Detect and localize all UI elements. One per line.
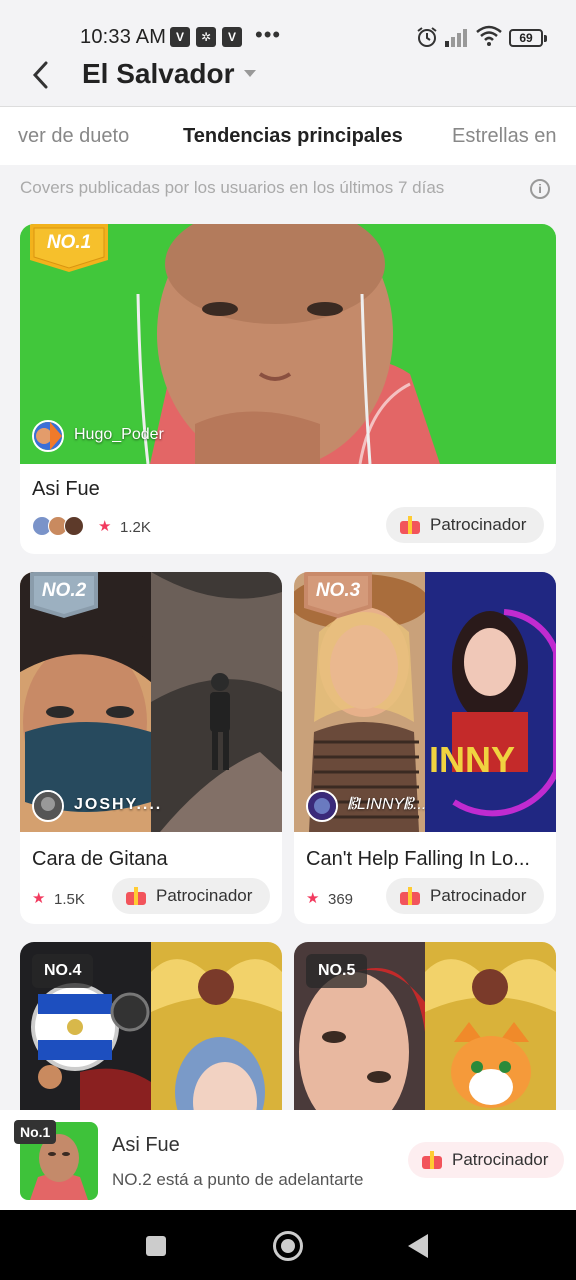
app-notification-icon: ✲ — [196, 27, 216, 47]
caret-down-icon[interactable] — [244, 70, 256, 77]
signal-icon — [445, 29, 467, 47]
tab-duet[interactable]: ver de dueto — [18, 125, 129, 148]
app-notification-icon: V — [170, 27, 190, 47]
wifi-icon — [476, 25, 502, 46]
rank-badge: NO.4 — [32, 954, 94, 988]
status-bar: 10:33 AM V ✲ V ••• 69 — [0, 0, 576, 56]
avatar — [32, 790, 64, 822]
username: Hugo_Poder — [74, 426, 164, 443]
singer-avatars — [32, 516, 92, 538]
rank-badge-bronze: NO.3 — [304, 572, 382, 620]
tab-bar: ver de dueto Tendencias principales Estr… — [0, 107, 576, 165]
section-subtitle: Covers publicadas por los usuarios en lo… — [20, 178, 445, 197]
rank-badge-silver: NO.2 — [30, 572, 108, 620]
rank-badge: NO.5 — [306, 954, 368, 988]
recents-icon[interactable] — [146, 1236, 166, 1256]
song-title: Asi Fue — [32, 478, 100, 500]
app-notification-icon: V — [222, 27, 242, 47]
sponsor-button[interactable]: Patrocinador — [386, 878, 544, 914]
info-icon[interactable]: i — [530, 179, 550, 199]
tab-top-trending[interactable]: Tendencias principales — [183, 125, 403, 148]
cover-thumbnail[interactable]: NO.2 JOSHY.... — [20, 572, 282, 832]
star-count: 1.5K — [54, 891, 85, 908]
avatar — [32, 420, 64, 452]
cover-card-3[interactable]: INNY NO.3 𝄡LINNY𝄡... Can't Help Falling … — [294, 572, 556, 924]
cover-card-2[interactable]: NO.2 JOSHY.... Cara de Gitana ★ 1.5K Pat… — [20, 572, 282, 924]
star-icon: ★ — [98, 518, 112, 535]
star-count: 369 — [328, 891, 354, 908]
sponsor-button[interactable]: Patrocinador — [408, 1142, 564, 1178]
banner-subtitle: NO.2 está a punto de adelantarte — [112, 1170, 364, 1189]
song-title: Can't Help Falling In Lo... — [306, 848, 530, 870]
back-chevron-icon[interactable] — [26, 58, 56, 92]
username: 𝄡LINNY𝄡... — [348, 796, 427, 813]
ranking-banner[interactable]: No.1 Asi Fue NO.2 está a punto de adelan… — [0, 1110, 576, 1210]
header: El Salvador — [0, 56, 576, 106]
gift-icon — [400, 887, 420, 905]
banner-title: Asi Fue — [112, 1134, 180, 1156]
cover-thumbnail[interactable]: INNY NO.3 𝄡LINNY𝄡... — [294, 572, 556, 832]
sponsor-button[interactable]: Patrocinador — [112, 878, 270, 914]
svg-text:INNY: INNY — [429, 739, 515, 780]
page-title[interactable]: El Salvador — [82, 58, 235, 90]
song-title: Cara de Gitana — [32, 848, 168, 870]
battery-icon: 69 — [509, 29, 547, 47]
alarm-icon — [417, 27, 437, 47]
cover-card-1[interactable]: NO.1 Hugo_Poder Asi Fue ★ 1.2K Patrocina… — [20, 224, 556, 554]
avatar — [306, 790, 338, 822]
more-notifications-icon: ••• — [255, 22, 282, 47]
sponsor-button[interactable]: Patrocinador — [386, 507, 544, 543]
back-triangle-icon[interactable] — [408, 1234, 428, 1258]
username: JOSHY.... — [74, 796, 163, 813]
banner-rank-badge: No.1 — [14, 1120, 57, 1144]
star-count: 1.2K — [120, 519, 151, 536]
rank-badge-gold: NO.1 — [30, 224, 108, 272]
status-time: 10:33 AM — [80, 26, 167, 48]
star-icon: ★ — [306, 890, 320, 907]
star-icon: ★ — [32, 890, 46, 907]
gift-icon — [126, 887, 146, 905]
tab-stars[interactable]: Estrellas en — [452, 125, 557, 148]
home-icon[interactable] — [273, 1231, 303, 1261]
gift-icon — [422, 1151, 442, 1169]
cover-thumbnail[interactable]: NO.1 Hugo_Poder — [20, 224, 556, 464]
system-nav-bar — [0, 1210, 576, 1280]
gift-icon — [400, 516, 420, 534]
